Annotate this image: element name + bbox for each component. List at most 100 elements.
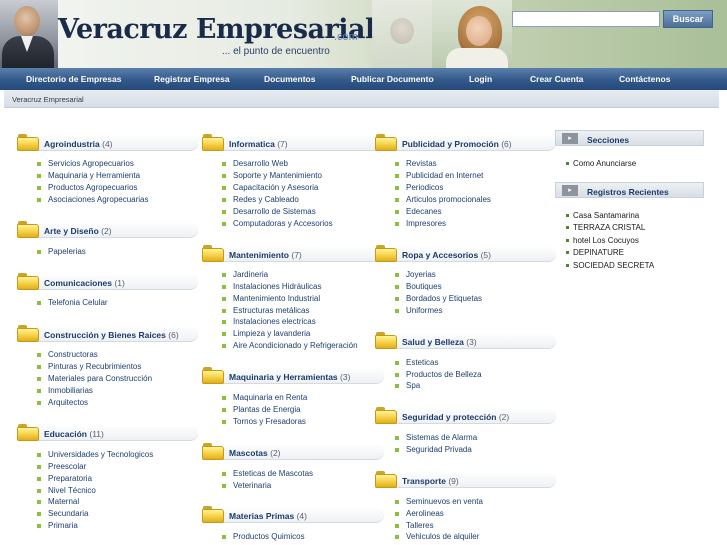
list-item[interactable]: Boutiques [395, 282, 442, 291]
list-item[interactable]: Desarrollo de Sistemas [222, 207, 316, 216]
nav-documentos[interactable]: Documentos [264, 74, 315, 84]
folder-icon [202, 244, 224, 262]
list-item[interactable]: Redes y Cableado [222, 195, 299, 204]
list-item[interactable]: Maquinaria en Renta [221, 393, 307, 402]
list-item[interactable]: Productos de Belleza [395, 370, 482, 379]
list-item[interactable]: Maquinaria y Herramienta [36, 171, 140, 180]
list-item[interactable]: Secundaria [36, 509, 88, 518]
list-item[interactable]: Productos Agropecuarios [36, 183, 137, 192]
recent-item[interactable]: hotel Los Cocuyos [566, 236, 639, 245]
main-nav: Directorio de Empresas Registrar Empresa… [0, 68, 727, 90]
nav-directorio[interactable]: Directorio de Empresas [26, 74, 121, 84]
folder-icon [375, 244, 397, 262]
businesswoman-photo [432, 0, 512, 68]
list-item[interactable]: Seguridad Privada [395, 445, 472, 454]
businessman-photo [0, 0, 58, 68]
list-item[interactable]: Soporte y Mantenimiento [222, 171, 322, 180]
list-item[interactable]: Talleres [395, 521, 434, 530]
folder-icon [17, 272, 39, 290]
folder-icon [375, 406, 397, 424]
folder-icon [375, 331, 397, 349]
breadcrumb-home[interactable]: Veracruz Empresarial [12, 95, 84, 104]
header-photo-faded [372, 0, 432, 68]
breadcrumb: Veracruz Empresarial [4, 90, 719, 108]
folder-icon [202, 505, 224, 523]
folder-icon [202, 133, 224, 151]
list-item[interactable]: Inmobiliarias [37, 386, 93, 395]
list-item[interactable]: Mantenimiento Industrial [221, 294, 320, 303]
arrow-icon: ▸ [562, 185, 578, 196]
list-item[interactable]: Preparatoria [36, 474, 92, 483]
search-input[interactable] [512, 11, 660, 27]
list-item[interactable]: Spa [394, 381, 420, 390]
list-item[interactable]: Asociaciones Agropecuarias [37, 195, 149, 204]
nav-crear-cuenta[interactable]: Crear Cuenta [530, 74, 583, 84]
folder-icon [17, 423, 39, 441]
list-item[interactable]: Impresores [394, 219, 446, 228]
folder-icon [202, 442, 224, 460]
list-item[interactable]: Primaria [37, 521, 78, 530]
site-suffix: .com [334, 31, 358, 43]
list-item[interactable]: Vehiculos de alquiler [394, 532, 479, 541]
list-item[interactable]: Sistemas de Alarma [394, 433, 477, 442]
list-item[interactable]: Bordados y Etiquetas [394, 294, 482, 303]
folder-icon [375, 470, 397, 488]
search-button[interactable]: Buscar [663, 10, 713, 28]
recent-item[interactable]: DEPINATURE [566, 248, 624, 257]
list-item[interactable]: Servicios Agropecuarios [37, 159, 134, 168]
list-item[interactable]: Computadoras y Accesorios [222, 219, 333, 228]
list-item[interactable]: Esteticas de Mascotas [221, 469, 313, 478]
site-tagline: ... el punto de encuentro [222, 46, 330, 57]
nav-registrar[interactable]: Registrar Empresa [154, 74, 230, 84]
list-item[interactable]: Preescolar [36, 462, 86, 471]
folder-icon [375, 133, 397, 151]
list-item[interactable]: Productos Quimicos [222, 532, 305, 541]
list-item[interactable]: Papelerias [37, 247, 86, 256]
list-item[interactable]: Instalaciones electricas [222, 317, 316, 326]
list-item[interactable]: Maternal [36, 497, 79, 506]
nav-contactenos[interactable]: Contáctenos [619, 74, 670, 84]
list-item[interactable]: Telefonia Celular [37, 298, 108, 307]
site-header: Veracruz Empresarial .com ... el punto d… [0, 0, 727, 68]
list-item[interactable]: Materiales para Construcción [36, 374, 152, 383]
list-item[interactable]: Nivel Técnico [37, 486, 96, 495]
list-item[interactable]: Pinturas y Recubrimientos [36, 362, 141, 371]
list-item[interactable]: Desarrollo Web [222, 159, 288, 168]
sections-header: ▸ Secciones [555, 130, 704, 146]
list-item[interactable]: Constructoras [37, 350, 98, 359]
list-item[interactable]: Joyerias [395, 270, 436, 279]
folder-icon [17, 324, 39, 342]
list-item[interactable]: Publicidad en Internet [394, 171, 483, 180]
list-item[interactable]: Periodicos [394, 183, 443, 192]
folder-icon [17, 220, 39, 238]
recent-header: ▸ Registros Recientes [555, 182, 704, 198]
list-item[interactable]: Edecanes [395, 207, 442, 216]
recent-item[interactable]: Casa Santamarina [565, 211, 639, 220]
list-item[interactable]: Revistas [395, 159, 437, 168]
list-item[interactable]: Uniformes [394, 306, 442, 315]
nav-publicar[interactable]: Publicar Documento [351, 74, 434, 84]
list-item[interactable]: Seminuevos en venta [395, 497, 483, 506]
list-item[interactable]: Estructuras metálicas [221, 306, 309, 315]
list-item[interactable]: Aerolineas [395, 509, 444, 518]
list-item[interactable]: Universidades y Tecnologicos [36, 450, 153, 459]
list-item[interactable]: Aire Acondicionado y Refrigeración [222, 341, 358, 350]
list-item[interactable]: Tornos y Fresadoras [222, 417, 306, 426]
list-item[interactable]: Limpieza y lavanderia [221, 329, 310, 338]
list-item[interactable]: Veterinaria [221, 481, 271, 490]
list-item[interactable]: Arquitectos [36, 398, 88, 407]
site-title[interactable]: Veracruz Empresarial [58, 14, 375, 45]
nav-login[interactable]: Login [469, 74, 492, 84]
folder-icon [202, 366, 224, 384]
sidebar-item-anunciarse[interactable]: Como Anunciarse [565, 159, 636, 168]
list-item[interactable]: Jardineria [221, 270, 268, 279]
list-item[interactable]: Capacitación y Asesoria [221, 183, 318, 192]
list-item[interactable]: Esteticas [394, 358, 438, 367]
recent-item[interactable]: TERRAZA CRISTAL [565, 223, 645, 232]
list-item[interactable]: Articulos promocionales [395, 195, 491, 204]
folder-icon [17, 133, 39, 151]
list-item[interactable]: Plantas de Energia [222, 405, 301, 414]
list-item[interactable]: Instalaciones Hidráulicas [222, 282, 322, 291]
recent-item[interactable]: SOCIEDAD SECRETA [565, 261, 654, 270]
arrow-icon: ▸ [562, 133, 578, 144]
